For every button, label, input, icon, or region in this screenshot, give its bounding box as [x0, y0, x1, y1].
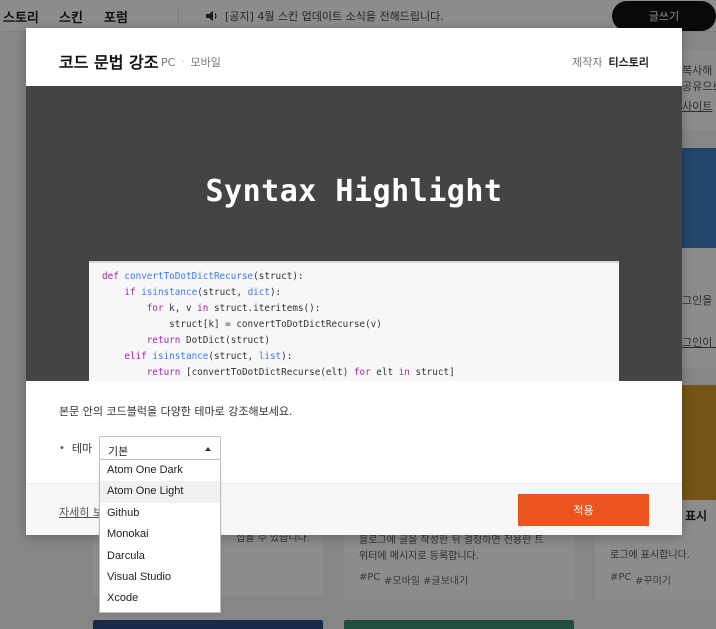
theme-option-visual-studio[interactable]: Visual Studio — [100, 567, 220, 588]
theme-option-xcode[interactable]: Xcode — [100, 588, 220, 609]
preview-image: Syntax Highlight def convertToDotDictRec… — [26, 86, 682, 381]
theme-select[interactable]: 기본 — [99, 436, 221, 460]
modal-title: 코드 문법 강조 — [59, 53, 159, 72]
modal-header: 코드 문법 강조 PC · 모바일 제작자 티스토리 — [26, 28, 682, 86]
code-line: elif isinstance(struct, list): — [124, 351, 293, 362]
apply-button[interactable]: 적용 — [518, 494, 649, 526]
modal-description: 본문 안의 코드블럭을 다양한 테마로 강조해보세요. — [59, 405, 293, 418]
code-sample: def convertToDotDictRecurse(struct): if … — [89, 261, 619, 381]
code-line: return [convertToDotDictRecurse(elt) for… — [146, 367, 455, 378]
preview-title: Syntax Highlight — [205, 174, 503, 209]
theme-option-monokai[interactable]: Monokai — [100, 524, 220, 545]
code-line: return DotDict(struct) — [146, 335, 270, 346]
bullet: • — [59, 442, 65, 454]
theme-row: • 테마 — [59, 440, 92, 456]
code-line: struct[k] = convertToDotDictRecurse(v) — [102, 319, 382, 330]
theme-option-github[interactable]: Github — [100, 503, 220, 524]
theme-label: 테마 — [71, 442, 93, 455]
separator-dot: · — [181, 56, 185, 68]
caret-up-icon — [205, 447, 211, 451]
code-line: if isinstance(struct, dict): — [124, 287, 282, 298]
platform-list: PC · 모바일 — [161, 54, 221, 70]
code-line: for k, v in struct.iteritems(): — [146, 303, 321, 314]
theme-option-atom-one-dark[interactable]: Atom One Dark — [100, 460, 220, 481]
code-line: def convertToDotDictRecurse(struct): — [102, 271, 304, 282]
theme-option-darcula[interactable]: Darcula — [100, 546, 220, 567]
maker-label: 제작자 — [572, 56, 603, 69]
maker-info: 제작자 티스토리 — [572, 54, 649, 70]
maker-name: 티스토리 — [608, 56, 649, 69]
theme-dropdown-list: Atom One Dark Atom One Light Github Mono… — [99, 460, 221, 613]
theme-selected-value: 기본 — [108, 445, 129, 458]
theme-option-atom-one-light[interactable]: Atom One Light — [100, 481, 220, 503]
platform-mobile: 모바일 — [190, 56, 221, 69]
platform-pc: PC — [161, 55, 176, 69]
